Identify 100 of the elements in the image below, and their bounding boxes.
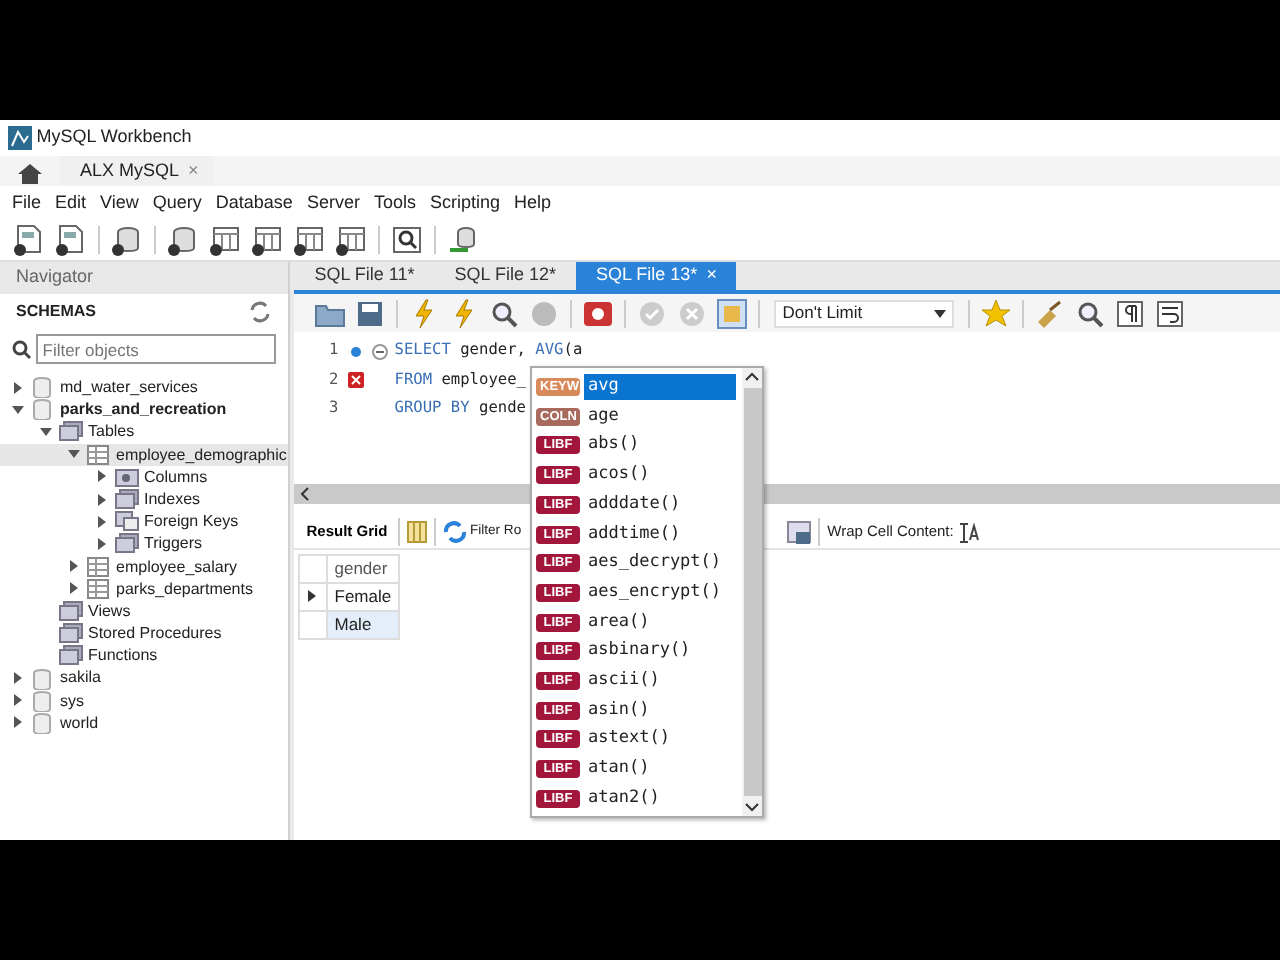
save-icon[interactable] [354,297,387,329]
expand-arrow-icon[interactable] [12,672,24,685]
wrap-icon[interactable] [958,520,981,544]
tree-item[interactable]: Tables [88,420,135,444]
table-icon[interactable] [292,224,326,256]
fold-icon[interactable] [372,343,389,359]
suggestion-item[interactable]: aes_decrypt() [584,550,736,577]
tree-item[interactable]: parks_and_recreation [60,398,227,421]
suggestion-item[interactable]: age [584,403,736,430]
scroll-thumb[interactable] [743,388,761,796]
collapse-arrow-icon[interactable] [12,403,24,416]
table-icon[interactable] [334,224,368,256]
wrap-icon[interactable] [1154,297,1187,329]
check-icon[interactable] [636,297,669,329]
expand-arrow-icon[interactable] [96,493,108,506]
suggestion-item[interactable]: atan() [584,756,736,783]
table-icon [86,577,112,600]
menu-item[interactable]: View [96,189,149,217]
document-icon[interactable] [12,224,46,256]
tree-item[interactable]: Triggers [144,532,203,556]
search-field[interactable]: Filter objects [36,334,276,364]
scrollbar[interactable] [742,368,762,816]
table-icon[interactable] [208,224,242,256]
expand-arrow-icon[interactable] [68,582,80,595]
suggestion-item[interactable]: acos() [584,462,736,489]
expand-arrow-icon[interactable] [96,515,108,528]
tree-item[interactable]: sys [60,689,84,712]
tree-item[interactable]: Stored Procedures [88,622,222,645]
database-icon[interactable] [446,224,480,256]
menu-item[interactable]: Edit [51,189,97,217]
database-icon [30,711,56,734]
editor-tab[interactable]: SQL File 12* [434,262,576,290]
menu-item[interactable]: Scripting [425,189,510,217]
collapse-arrow-icon[interactable] [40,425,52,438]
refresh-icon[interactable] [248,300,272,324]
document-icon[interactable] [54,224,88,256]
column-header[interactable]: gender [327,555,399,583]
suggestion-item[interactable]: aes_encrypt() [584,579,736,606]
tree-item[interactable]: Foreign Keys [144,510,239,533]
suggestion-item[interactable]: asin() [584,697,736,724]
tree-item[interactable]: world [60,711,99,735]
expand-arrow-icon[interactable] [12,716,24,729]
star-icon[interactable] [980,297,1013,329]
export-icon[interactable] [786,519,813,545]
suggestion-item[interactable]: abs() [584,432,736,459]
app-icon [8,126,32,150]
suggestion-item[interactable]: area() [584,609,736,636]
menu-item[interactable]: Tools [369,189,426,217]
folder-icon [114,465,140,488]
database-icon[interactable] [166,224,200,256]
suggestion-item[interactable]: addtime() [584,521,736,548]
folder-icon [58,622,84,645]
expand-arrow-icon[interactable] [68,560,80,573]
table-cell: Male [327,610,399,638]
suggestion-item[interactable]: avg [584,374,736,401]
grid-icon[interactable] [406,520,429,544]
folder-icon [58,644,84,667]
suggestion-item[interactable]: asbinary() [584,638,736,665]
suggestion-item[interactable]: ascii() [584,667,736,694]
tree-item[interactable]: md_water_services [60,376,198,399]
tree-item[interactable]: Views [88,599,131,623]
home-button[interactable] [16,160,44,186]
search-icon[interactable] [488,297,521,329]
database-icon [30,689,56,712]
refresh-icon[interactable] [443,520,466,544]
tree-item[interactable]: employee_salary [116,555,237,578]
suggestion-item[interactable]: adddate() [584,491,736,518]
table-icon [86,555,112,578]
database-icon[interactable] [110,224,144,256]
suggestion-item[interactable]: atan2() [584,785,736,812]
menu-item[interactable]: Database [211,189,303,217]
pilcrow-icon[interactable] [1114,297,1147,329]
tree-item[interactable]: Columns [144,465,208,488]
caret-icon [934,309,947,317]
collapse-arrow-icon[interactable] [68,448,80,461]
menu-item[interactable]: Help [509,189,561,217]
tree-item[interactable]: Functions [88,644,158,667]
limit-select[interactable]: Don't Limit [774,299,955,327]
expand-arrow-icon[interactable] [12,694,24,707]
search-icon[interactable] [390,224,424,256]
expand-arrow-icon[interactable] [96,470,108,483]
menu-item[interactable]: Query [148,189,212,217]
table-icon[interactable] [250,224,284,256]
close-button[interactable]: × [706,262,717,290]
search-icon[interactable] [1074,297,1107,329]
folder-icon [58,420,84,443]
tree-item[interactable]: parks_departments [116,577,253,600]
connection-tab[interactable]: ALX MySQL × [60,156,215,186]
editor-tab[interactable]: SQL File 13* × [575,262,737,290]
menu-item[interactable]: Server [302,189,370,217]
table-cell: Female [327,583,399,611]
table-icon [86,443,112,466]
expand-arrow-icon[interactable] [96,537,108,550]
folder-icon [114,510,140,533]
tree-item[interactable]: Indexes [144,487,201,511]
editor-tab[interactable]: SQL File 11* [294,262,435,290]
menu-item[interactable]: File [8,189,52,217]
expand-arrow-icon[interactable] [12,381,24,394]
suggestion-item[interactable]: astext() [584,726,736,753]
tree-item[interactable]: sakila [60,666,101,690]
